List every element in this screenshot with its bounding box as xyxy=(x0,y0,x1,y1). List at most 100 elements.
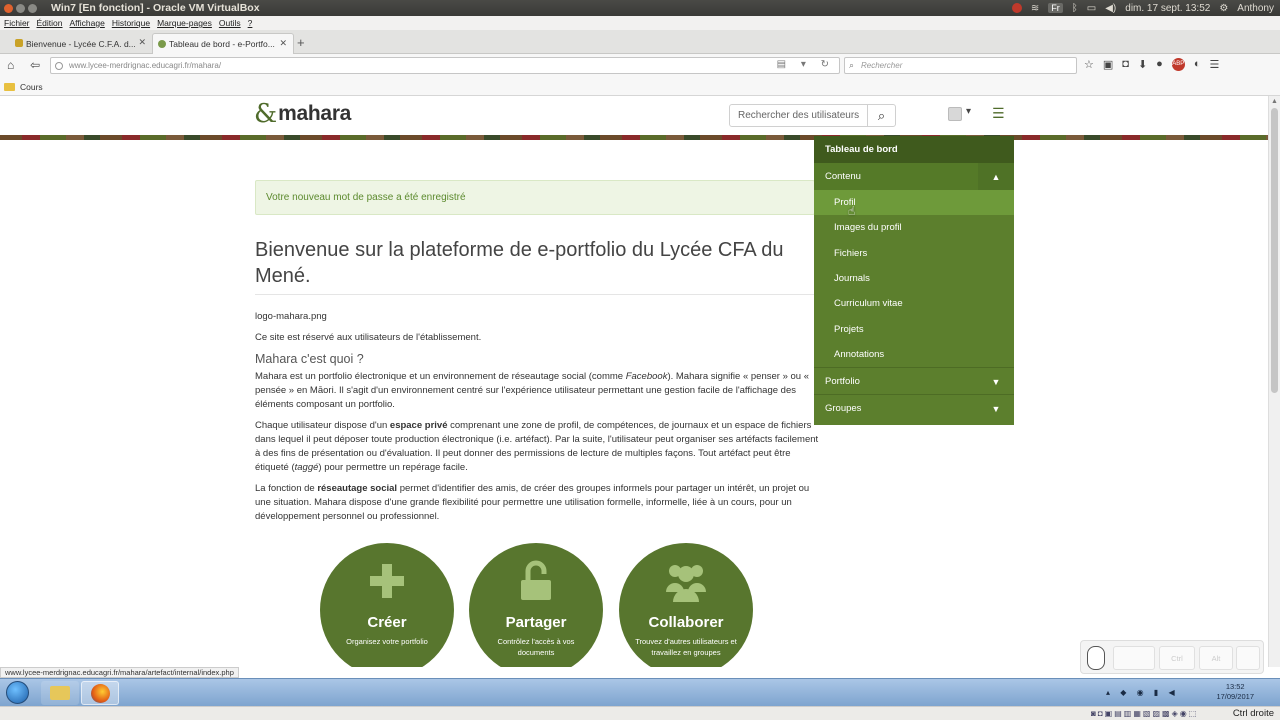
bookmark-star-icon[interactable]: ☆ xyxy=(1084,58,1094,71)
feature-share-button[interactable]: Partager Contrôlez l'accès à vos documen… xyxy=(469,543,603,667)
gear-icon[interactable]: ⚙ xyxy=(1219,3,1228,14)
menu-marque-pages[interactable]: Marque-pages xyxy=(157,18,212,28)
volume-icon[interactable]: ◀) xyxy=(1105,3,1116,14)
user-search-input[interactable]: Rechercher des utilisateurs ⌕ xyxy=(729,104,896,127)
pocket-icon[interactable]: ◘ xyxy=(1122,58,1129,71)
feature-title: Créer xyxy=(367,614,407,631)
menu-content[interactable]: Contenu ▲ xyxy=(814,163,1014,190)
hand-cursor-icon: ☝ xyxy=(848,204,856,218)
download-icon[interactable]: ⬇ xyxy=(1138,58,1147,71)
chevron-up-icon[interactable]: ▲ xyxy=(978,163,1014,190)
clock[interactable]: dim. 17 sept. 13:52 xyxy=(1125,3,1210,14)
paragraph-social-network: La fonction de réseautage social permet … xyxy=(255,483,810,522)
search-icon[interactable]: ⌕ xyxy=(867,105,895,126)
addon-icon[interactable]: ◐ xyxy=(1194,58,1201,71)
bookmark-cours[interactable]: Cours xyxy=(20,82,43,92)
battery-icon[interactable]: ▭ xyxy=(1087,3,1096,14)
host-key-label: Ctrl droite xyxy=(1232,708,1274,719)
osk-key-ctrl[interactable]: Ctrl xyxy=(1159,646,1195,670)
bluetooth-icon[interactable]: ᛒ xyxy=(1072,3,1078,14)
taskbar-clock[interactable]: 13:52 17/09/2017 xyxy=(1216,682,1254,702)
taskbar-explorer[interactable] xyxy=(41,681,79,705)
new-tab-icon[interactable]: + xyxy=(297,35,305,50)
osk-key-alt[interactable]: Alt xyxy=(1199,646,1233,670)
close-tab-icon[interactable]: ✕ xyxy=(138,37,146,48)
minimize-window-icon[interactable] xyxy=(16,3,25,13)
taskbar-firefox[interactable] xyxy=(81,681,119,705)
menu-dashboard[interactable]: Tableau de bord xyxy=(814,136,1014,163)
menu-icon[interactable]: ☰ xyxy=(1209,58,1219,71)
scroll-up-icon[interactable]: ▲ xyxy=(1271,98,1278,105)
section-heading: Mahara c'est quoi ? xyxy=(255,352,364,366)
feature-subtitle: Trouvez d'autres utilisateurs et travail… xyxy=(635,637,737,657)
screen: Win7 [En fonction] - Oracle VM VirtualBo… xyxy=(0,0,1280,720)
scrollbar-thumb[interactable] xyxy=(1271,108,1278,393)
feature-subtitle: Organisez votre portfolio xyxy=(346,637,428,646)
main-nav-menu: Tableau de bord Contenu ▲ Profil Images … xyxy=(814,136,1014,425)
close-window-icon[interactable] xyxy=(4,3,13,13)
chevron-down-icon[interactable]: ▼ xyxy=(978,395,1014,422)
menu-item-profil[interactable]: Profil xyxy=(814,190,1014,216)
user-name[interactable]: Anthony xyxy=(1237,3,1274,14)
reload-icon[interactable]: ▤ ▾ ↻ xyxy=(777,59,835,70)
feature-subtitle: Contrôlez l'accès à vos documents xyxy=(497,637,575,657)
window-controls xyxy=(4,3,37,13)
menu-item-journals[interactable]: Journals xyxy=(814,266,1014,291)
menu-item-fichiers[interactable]: Fichiers xyxy=(814,241,1014,266)
adblock-icon[interactable]: ABP xyxy=(1171,58,1185,71)
menu-item-cv[interactable]: Curriculum vitae xyxy=(814,291,1014,316)
users-icon xyxy=(666,565,706,602)
url-bar[interactable]: www.lycee-merdrignac.educagri.fr/mahara/… xyxy=(50,57,840,74)
record-icon[interactable] xyxy=(1011,3,1022,13)
home-icon[interactable]: ⌂ xyxy=(7,58,14,72)
chevron-down-icon[interactable]: ▼ xyxy=(978,368,1014,395)
menu-item-projets[interactable]: Projets xyxy=(814,316,1014,341)
osk-key-blank[interactable] xyxy=(1236,646,1260,670)
paragraph-private-space: Chaque utilisateur dispose d'un espace p… xyxy=(255,420,819,473)
chat-icon[interactable]: ● xyxy=(1156,58,1163,71)
menu-outils[interactable]: Outils xyxy=(219,18,241,28)
keyboard-layout-indicator[interactable]: Fr xyxy=(1048,3,1063,13)
site-info-icon[interactable] xyxy=(55,62,63,70)
search-icon: ⌕ xyxy=(849,60,855,70)
image-placeholder-text: logo-mahara.png xyxy=(255,311,327,322)
menu-item-annotations[interactable]: Annotations xyxy=(814,342,1014,367)
mouse-icon[interactable] xyxy=(1087,646,1105,670)
menu-historique[interactable]: Historique xyxy=(112,18,150,28)
tab-tableau-de-bord[interactable]: Tableau de bord - e-Portfo... ✕ xyxy=(152,33,294,54)
page-scrollbar[interactable]: ▲ xyxy=(1268,96,1280,667)
osk-key-blank[interactable] xyxy=(1113,646,1155,670)
taskbar-tray-icons[interactable]: ▴ ◆ ◉ ▮ ◀ xyxy=(1106,688,1179,697)
start-button[interactable] xyxy=(6,681,29,704)
menu-portfolio[interactable]: Portfolio ▼ xyxy=(814,367,1014,394)
folder-icon xyxy=(50,686,70,700)
browser-menu-bar: Fichier Édition Affichage Historique Mar… xyxy=(0,16,1280,30)
menu-affichage[interactable]: Affichage xyxy=(70,18,105,28)
toolbar-icons: ☆ ▣ ◘ ⬇ ● ABP ◐ ☰ xyxy=(1084,58,1219,71)
header-stripe xyxy=(0,135,1268,140)
firefox-icon xyxy=(91,684,110,703)
mahara-logo[interactable]: & mahara xyxy=(254,101,351,127)
user-avatar[interactable] xyxy=(948,107,962,121)
tab-bienvenue[interactable]: Bienvenue - Lycée C.F.A. d... ✕ xyxy=(10,33,152,54)
system-tray: ≋ Fr ᛒ ▭ ◀) dim. 17 sept. 13:52 ⚙ Anthon… xyxy=(1011,0,1274,16)
close-tab-icon[interactable]: ✕ xyxy=(279,38,287,49)
browser-search-input[interactable]: ⌕ Rechercher xyxy=(844,57,1077,74)
back-icon[interactable]: ⇦ xyxy=(30,58,40,72)
chevron-down-icon[interactable]: ▾ xyxy=(966,106,971,117)
virtualbox-status-bar: ◙◘▣▤▥▦▧▨▩◈◉⬚ Ctrl droite xyxy=(0,706,1280,720)
menu-groups[interactable]: Groupes ▼ xyxy=(814,394,1014,421)
menu-aide[interactable]: ? xyxy=(248,18,253,28)
feature-title: Partager xyxy=(505,614,567,631)
unlock-icon xyxy=(521,560,551,600)
vm-device-icons[interactable]: ◙◘▣▤▥▦▧▨▩◈◉⬚ xyxy=(1091,709,1198,718)
menu-edition[interactable]: Édition xyxy=(37,18,63,28)
bookmarks-library-icon[interactable]: ▣ xyxy=(1103,58,1113,71)
hamburger-menu-icon[interactable]: ☰ xyxy=(992,105,1005,122)
menu-fichier[interactable]: Fichier xyxy=(4,18,30,28)
feature-collaborate-button[interactable]: Collaborer Trouvez d'autres utilisateurs… xyxy=(619,543,753,667)
wifi-icon[interactable]: ≋ xyxy=(1031,3,1039,14)
menu-item-images-profil[interactable]: Images du profil xyxy=(814,215,1014,240)
feature-create-button[interactable]: Créer Organisez votre portfolio xyxy=(320,543,454,667)
maximize-window-icon[interactable] xyxy=(28,3,37,13)
